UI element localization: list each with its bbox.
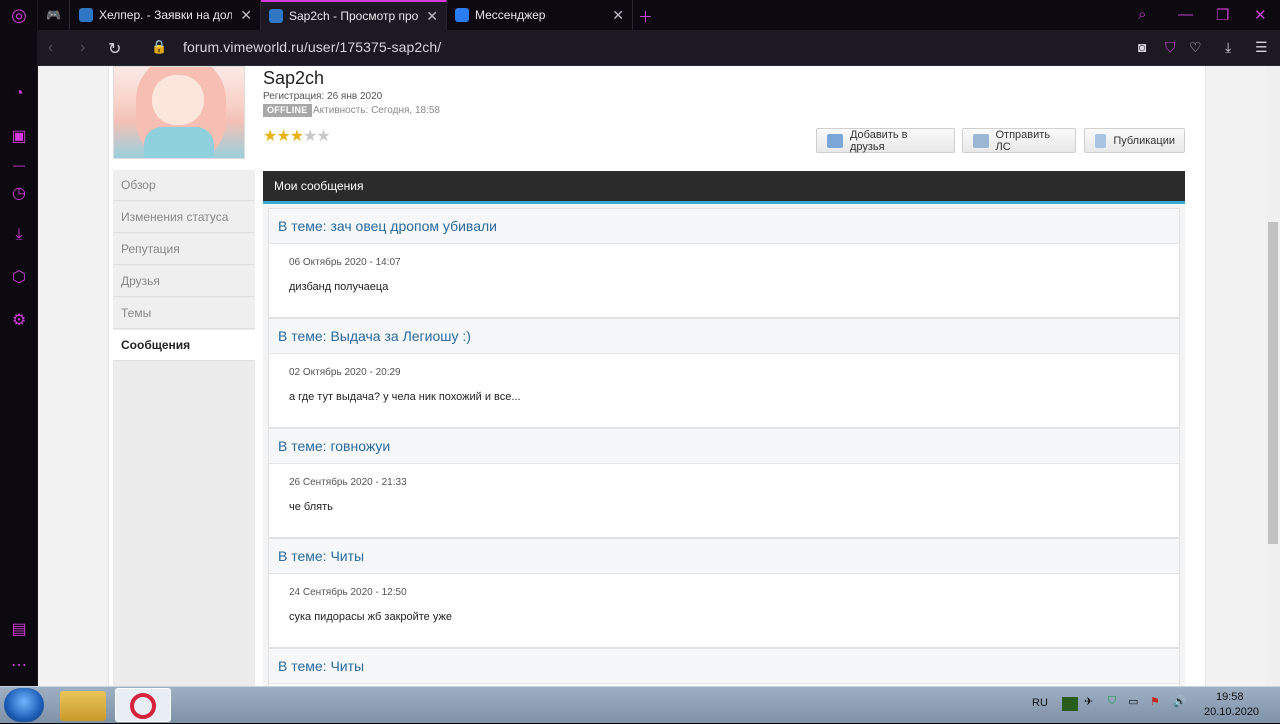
post-topic-link[interactable]: В теме: Выдача за Легиошу :)	[269, 319, 1179, 354]
registration-date: Регистрация: 26 янв 2020	[263, 91, 383, 102]
start-button[interactable]	[4, 688, 44, 722]
send-pm-button[interactable]: Отправить ЛС	[962, 128, 1076, 153]
opera-gx-logo-icon[interactable]: ◎	[9, 5, 29, 25]
system-tray: RU ✈ ⛉ ▭ ⚑ 🔊 19:58 20.10.2020	[1020, 687, 1280, 724]
close-icon[interactable]: ✕	[240, 7, 252, 24]
tab-messenger[interactable]: Мессенджер ✕	[447, 0, 633, 30]
messages-panel: Мои сообщения В теме: зач овец дропом уб…	[263, 171, 1185, 686]
twitch-icon[interactable]: ▣	[9, 127, 29, 147]
search-icon[interactable]: ⌕	[1138, 6, 1146, 23]
sidebar-item-topics[interactable]: Темы	[113, 298, 255, 329]
clock-time[interactable]: 19:58	[1216, 691, 1244, 703]
post-item: В теме: Выдача за Легиошу :) 02 Октябрь …	[268, 318, 1180, 428]
language-indicator[interactable]: RU	[1032, 697, 1048, 709]
sidebar-item-overview[interactable]: Обзор	[113, 170, 255, 201]
post-topic-link[interactable]: В теме: говножуи	[269, 429, 1179, 464]
add-friend-button[interactable]: Добавить в друзья	[816, 128, 955, 153]
history-icon[interactable]: ◷	[9, 184, 29, 204]
tab-profile[interactable]: Sap2ch - Просмотр проф ✕	[261, 0, 447, 30]
tab-helper[interactable]: Хелпер. - Заявки на долж ✕	[71, 0, 261, 30]
volume-icon[interactable]: 🔊	[1173, 695, 1187, 708]
add-user-icon	[827, 133, 843, 148]
profile-wrapper: Sap2ch Регистрация: 26 янв 2020 OFFLINE …	[108, 66, 1206, 686]
address-bar: ‹ › ↻ 🔒 forum.vimeworld.ru/user/175375-s…	[38, 30, 1280, 66]
tab-title: Sap2ch - Просмотр проф	[289, 9, 419, 23]
post-text: а где тут выдача? у чела ник похожий и в…	[289, 391, 521, 403]
sidebar-item-reputation[interactable]: Репутация	[113, 234, 255, 265]
tab-title: Хелпер. - Заявки на долж	[99, 8, 233, 22]
post-topic-link[interactable]: В теме: Читы	[269, 649, 1179, 684]
post-item: В теме: говножуи 26 Сентябрь 2020 - 21:3…	[268, 428, 1180, 538]
browser-sidebar: ◎ ◔ ▣ — ◷ ⤓ ⬡ ⚙ ▤ ⋯	[0, 0, 38, 686]
gamepad-icon[interactable]: 🎮	[38, 0, 70, 30]
opera-gx-taskbar-icon[interactable]	[115, 688, 171, 722]
section-title: Мои сообщения	[263, 171, 1185, 204]
network-icon[interactable]: ▭	[1128, 695, 1138, 708]
messenger-favicon-icon	[455, 8, 469, 22]
close-icon[interactable]: ✕	[426, 8, 438, 25]
tray-app-icon[interactable]: ✈	[1084, 695, 1093, 708]
explorer-folder-icon[interactable]	[60, 691, 106, 721]
forward-icon[interactable]: ›	[80, 39, 85, 57]
post-date: 24 Сентябрь 2020 - 12:50	[289, 587, 407, 598]
page-scrollbar[interactable]	[1266, 66, 1280, 686]
sidebar-item-friends[interactable]: Друзья	[113, 266, 255, 297]
sidebar-setup-icon[interactable]: ▤	[9, 620, 29, 640]
scrollbar-thumb[interactable]	[1268, 222, 1278, 544]
post-topic-link[interactable]: В теме: Читы	[269, 539, 1179, 574]
lock-icon[interactable]: 🔒	[151, 39, 167, 55]
more-dots-icon[interactable]: ⋯	[9, 656, 29, 676]
extensions-cube-icon[interactable]: ⬡	[9, 268, 29, 288]
post-item: В теме: Читы 24 Сентябрь 2020 - 12:50 су…	[268, 538, 1180, 648]
gx-control-icon[interactable]: ◔	[9, 84, 29, 104]
tab-bar: 🎮 Хелпер. - Заявки на долж ✕ Sap2ch - Пр…	[38, 0, 1280, 30]
last-activity: Активность: Сегодня, 18:58	[313, 105, 440, 116]
post-date: 02 Октябрь 2020 - 20:29	[289, 367, 401, 378]
vimeworld-favicon-icon	[269, 9, 283, 23]
profile-username: Sap2ch	[263, 68, 325, 88]
post-item: В теме: зач овец дропом убивали 06 Октяб…	[268, 208, 1180, 318]
post-text: сука пидорасы жб закройте уже	[289, 611, 452, 623]
vpn-shield-icon[interactable]: ⛉	[1165, 39, 1176, 56]
heart-icon[interactable]: ♡	[1189, 39, 1202, 56]
mail-icon	[973, 133, 989, 148]
url-field[interactable]: forum.vimeworld.ru/user/175375-sap2ch/	[183, 39, 441, 55]
sidebar-item-status-changes[interactable]: Изменения статуса	[113, 202, 255, 233]
settings-gear-icon[interactable]: ⚙	[9, 311, 29, 331]
clock-date[interactable]: 20.10.2020	[1204, 706, 1259, 718]
avatar[interactable]	[113, 66, 245, 159]
post-text: дизбанд получаеца	[289, 281, 389, 293]
publications-button[interactable]: Публикации	[1084, 128, 1185, 153]
rating-stars: ★★★★★	[263, 128, 331, 145]
post-text: че блять	[289, 501, 333, 513]
action-center-flag-icon[interactable]: ⚑	[1150, 695, 1160, 708]
reload-icon[interactable]: ↻	[108, 39, 121, 59]
post-date: 26 Сентябрь 2020 - 21:33	[289, 477, 407, 488]
post-item: В теме: Читы	[268, 648, 1180, 686]
minimize-icon[interactable]: —	[1178, 6, 1193, 23]
post-date: 06 Октябрь 2020 - 14:07	[289, 257, 401, 268]
sidebar-item-messages[interactable]: Сообщения	[113, 330, 255, 361]
document-icon	[1095, 133, 1107, 148]
taskbar: RU ✈ ⛉ ▭ ⚑ 🔊 19:58 20.10.2020	[0, 686, 1280, 723]
new-tab-plus-icon[interactable]: ＋	[638, 6, 653, 27]
tab-title: Мессенджер	[475, 8, 546, 22]
sidebar-divider: —	[13, 158, 25, 172]
web-page: Sap2ch Регистрация: 26 янв 2020 OFFLINE …	[38, 66, 1266, 686]
close-icon[interactable]: ✕	[612, 7, 624, 24]
window-close-icon[interactable]: ✕	[1254, 6, 1267, 24]
defender-shield-icon[interactable]: ⛉	[1108, 695, 1116, 708]
status-badge: OFFLINE	[263, 104, 312, 117]
nvidia-icon[interactable]	[1062, 697, 1078, 711]
post-topic-link[interactable]: В теме: зач овец дропом убивали	[269, 209, 1179, 244]
download-icon[interactable]: ⤓	[1225, 39, 1231, 56]
back-icon[interactable]: ‹	[48, 39, 53, 57]
vimeworld-favicon-icon	[79, 8, 93, 22]
restore-icon[interactable]: ❐	[1216, 6, 1229, 24]
downloads-icon[interactable]: ⤓	[9, 225, 29, 245]
easy-setup-icon[interactable]: ☰	[1255, 39, 1268, 56]
profile-sidebar-nav: Обзор Изменения статуса Репутация Друзья…	[113, 170, 255, 686]
snapshot-camera-icon[interactable]: ◙	[1138, 39, 1146, 55]
